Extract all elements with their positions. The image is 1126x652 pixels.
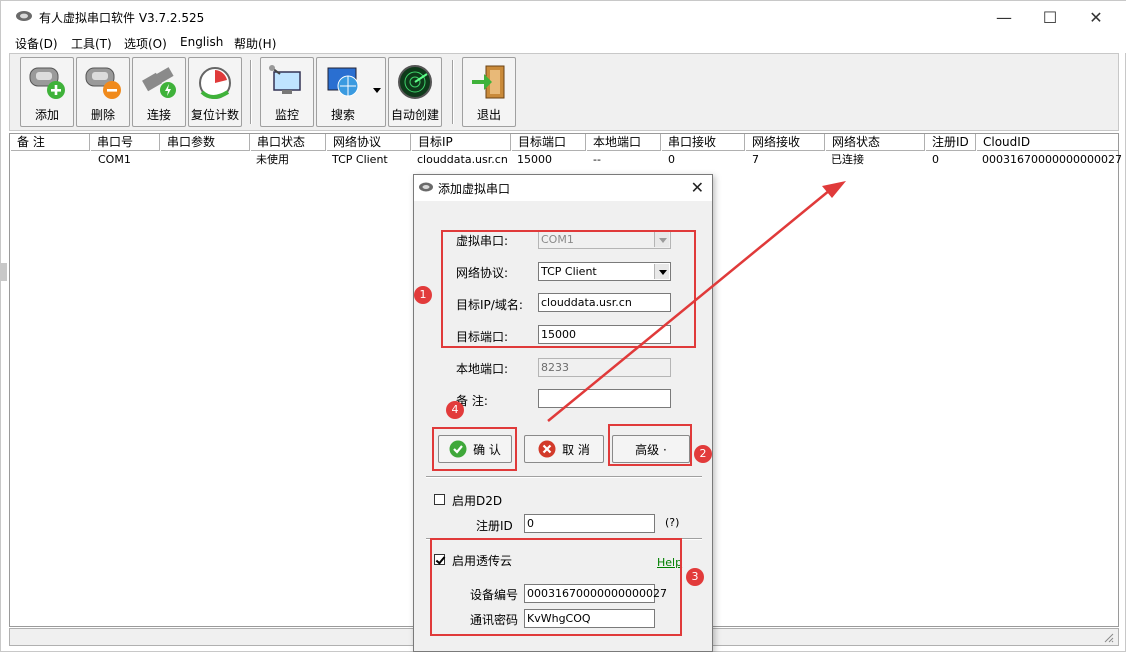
col-net-status[interactable]: 网络状态: [825, 134, 925, 151]
cell-protocol: TCP Client: [332, 153, 388, 166]
connect-label: 连接: [146, 108, 171, 122]
annotation-box-3: [430, 538, 682, 636]
cancel-button[interactable]: 取 消: [524, 435, 604, 463]
window-title: 有人虚拟串口软件 V3.7.2.525: [39, 11, 205, 25]
radar-icon: [398, 65, 432, 99]
delete-label: 删除: [90, 108, 115, 122]
cell-net-status: 已连接: [831, 153, 864, 166]
annotation-badge-2: 2: [694, 445, 712, 463]
minimize-button[interactable]: —: [981, 1, 1027, 33]
search-label: 搜索: [330, 108, 355, 122]
exit-button[interactable]: 退出: [462, 57, 516, 127]
annotation-badge-4: 4: [446, 401, 464, 419]
search-globe-icon: [327, 67, 359, 97]
close-window-button[interactable]: ✕: [1073, 1, 1119, 33]
left-edge-marker: [1, 263, 7, 281]
reg-id-help[interactable]: (?): [665, 516, 679, 529]
note-input[interactable]: [538, 389, 671, 408]
reset-count-button[interactable]: 复位计数: [188, 57, 242, 127]
menu-bar: 设备(D) 工具(T) 选项(O) English 帮助(H): [1, 33, 1126, 53]
dialog-close-icon[interactable]: ✕: [691, 178, 704, 197]
col-params[interactable]: 串口参数: [160, 134, 250, 151]
resize-grip-icon[interactable]: [1102, 631, 1114, 643]
menu-english[interactable]: English: [180, 35, 223, 49]
reg-id-input[interactable]: 0: [524, 514, 655, 533]
cell-port-recv: 0: [668, 153, 675, 166]
annotation-box-1: [441, 230, 696, 348]
table-row[interactable]: COM1 未使用 TCP Client clouddata.usr.cn 150…: [10, 152, 1122, 168]
col-target-port[interactable]: 目标端口: [511, 134, 586, 151]
cell-port: COM1: [98, 153, 131, 166]
monitor-label: 监控: [274, 108, 299, 122]
d2d-label: 启用D2D: [452, 494, 503, 508]
d2d-checkbox[interactable]: [434, 494, 445, 505]
annotation-box-2: [608, 424, 692, 466]
col-protocol[interactable]: 网络协议: [326, 134, 411, 151]
col-net-recv[interactable]: 网络接收: [745, 134, 825, 151]
menu-help[interactable]: 帮助(H): [234, 35, 276, 52]
add-port-icon: [29, 67, 65, 99]
exit-label: 退出: [476, 108, 501, 122]
monitor-button[interactable]: 监控: [260, 57, 314, 127]
toolbar: 添加 删除 连接 复位计数 监控 搜索 自动创建 退出: [9, 53, 1119, 131]
col-note[interactable]: 备 注: [10, 134, 90, 151]
cell-target-port: 15000: [517, 153, 552, 166]
annotation-box-4: [432, 427, 517, 471]
grid-header: 备 注 串口号 串口参数 串口状态 网络协议 目标IP 目标端口 本地端口 串口…: [10, 134, 1118, 151]
title-bar: 有人虚拟串口软件 V3.7.2.525 — ☐ ✕: [1, 1, 1126, 33]
auto-create-label: 自动创建: [390, 108, 439, 122]
menu-device[interactable]: 设备(D): [15, 35, 58, 52]
delete-button[interactable]: 删除: [76, 57, 130, 127]
col-port-recv[interactable]: 串口接收: [661, 134, 745, 151]
col-port[interactable]: 串口号: [90, 134, 160, 151]
local-port-input: 8233: [538, 358, 671, 377]
reset-timer-icon: [199, 67, 231, 99]
divider: [426, 476, 702, 478]
cell-net-recv: 7: [752, 153, 759, 166]
monitor-icon: [269, 65, 301, 94]
auto-create-button[interactable]: 自动创建: [388, 57, 442, 127]
menu-tools[interactable]: 工具(T): [71, 35, 112, 52]
col-cloud-id[interactable]: CloudID: [976, 134, 1118, 151]
annotation-badge-3: 3: [686, 568, 704, 586]
cancel-icon: [538, 440, 556, 458]
menu-options[interactable]: 选项(O): [124, 35, 167, 52]
connect-button[interactable]: 连接: [132, 57, 186, 127]
col-port-status[interactable]: 串口状态: [250, 134, 326, 151]
maximize-button[interactable]: ☐: [1027, 1, 1073, 33]
reg-id-label: 注册ID: [476, 519, 513, 533]
add-button[interactable]: 添加: [20, 57, 74, 127]
dialog-title-bar: 添加虚拟串口 ✕: [414, 175, 712, 201]
cell-target-ip: clouddata.usr.cn: [417, 153, 508, 166]
search-button[interactable]: 搜索: [316, 57, 386, 127]
dialog-title: 添加虚拟串口: [438, 182, 511, 196]
cell-local-port: --: [593, 153, 601, 166]
connect-plug-icon: [142, 67, 176, 98]
reset-count-label: 复位计数: [190, 108, 239, 122]
dialog-app-icon: [419, 182, 433, 192]
search-dropdown-icon[interactable]: [373, 88, 381, 94]
cell-reg-id: 0: [932, 153, 939, 166]
col-reg-id[interactable]: 注册ID: [925, 134, 976, 151]
delete-port-icon: [85, 67, 121, 99]
app-icon: [16, 11, 32, 21]
cell-cloud-id: 00031670000000000027: [982, 153, 1122, 166]
col-target-ip[interactable]: 目标IP: [411, 134, 511, 151]
local-port-label: 本地端口:: [456, 362, 509, 376]
cancel-label: 取 消: [562, 442, 590, 457]
annotation-badge-1: 1: [414, 286, 432, 304]
add-label: 添加: [34, 108, 59, 122]
cell-port-status: 未使用: [256, 153, 289, 166]
exit-door-icon: [472, 65, 505, 99]
col-local-port[interactable]: 本地端口: [586, 134, 661, 151]
